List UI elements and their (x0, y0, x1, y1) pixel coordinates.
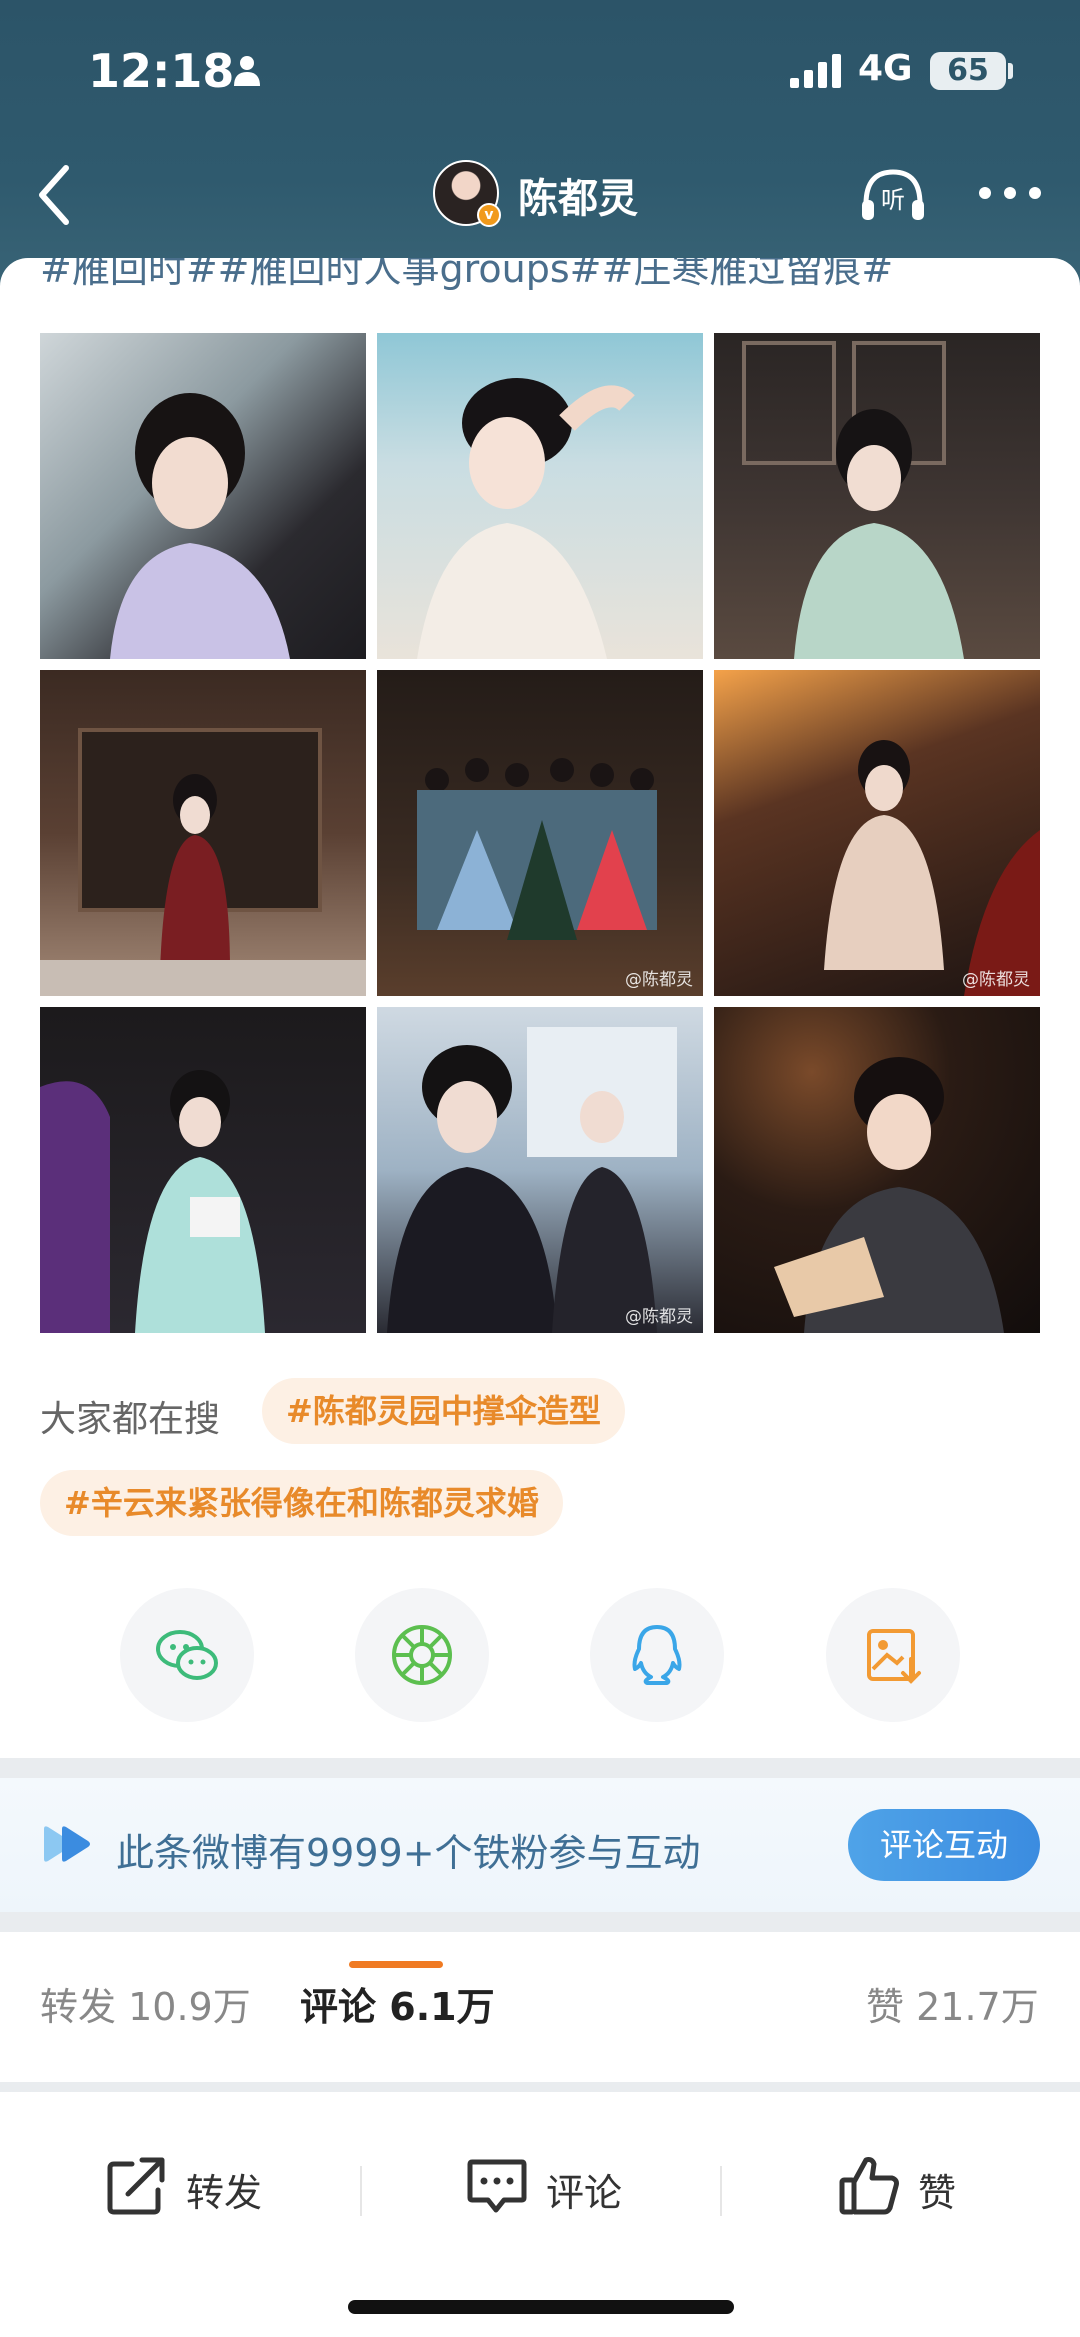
stats-tabs: 转发 10.9万 评论 6.1万 赞 21.7万 (0, 1932, 1080, 2082)
trending-chip[interactable]: #辛云来紧张得像在和陈都灵求婚 (40, 1470, 563, 1536)
network-type: 4G (858, 48, 913, 89)
photo-watermark: @陈都灵 (962, 970, 1030, 990)
active-tab-underline (349, 1961, 443, 1968)
photo-9[interactable] (714, 1007, 1040, 1333)
divider (720, 2166, 722, 2216)
tab-repost-count: 10.9万 (128, 1985, 251, 2029)
photo-8[interactable]: @陈都灵 (377, 1007, 703, 1333)
photo-4[interactable] (40, 670, 366, 996)
tab-like[interactable]: 赞 21.7万 (866, 1976, 1039, 2031)
photo-watermark: @陈都灵 (625, 1307, 693, 1327)
tab-comment-label: 评论 (300, 1985, 377, 2029)
photo-1[interactable] (40, 333, 366, 659)
tab-repost-label: 转发 (40, 1985, 117, 2029)
photo-5[interactable]: @陈都灵 (377, 670, 703, 996)
back-arrow-icon[interactable] (30, 160, 80, 230)
battery-tip (1008, 63, 1013, 79)
trending-chip[interactable]: #陈都灵园中撑伞造型 (262, 1378, 625, 1444)
status-bar: 12:18 4G 65 (0, 0, 1080, 140)
share-wechat-button[interactable] (120, 1588, 254, 1722)
photo-grid: @陈都灵 @陈都灵 @陈都灵 (40, 333, 1040, 1338)
qq-icon (632, 1625, 682, 1685)
home-indicator (348, 2300, 734, 2314)
photo-7[interactable] (40, 1007, 366, 1333)
share-save-image-button[interactable] (826, 1588, 960, 1722)
repost-icon (107, 2157, 165, 2215)
moments-icon (392, 1625, 452, 1685)
photo-2[interactable] (377, 333, 703, 659)
fan-badge-icon (44, 1826, 90, 1862)
comment-icon (467, 2159, 527, 2213)
share-qq-button[interactable] (590, 1588, 724, 1722)
photo-watermark: @陈都灵 (625, 970, 693, 990)
comment-interact-button[interactable]: 评论互动 (848, 1809, 1040, 1881)
trending-search-label: 大家都在搜 (40, 1399, 221, 1440)
share-moments-button[interactable] (355, 1588, 489, 1722)
listen-headphones-icon[interactable]: 听 (858, 164, 928, 224)
post-card: #雁回时##雁回时人事groups##庄寒雁过留痕# @陈都灵 @陈都灵 @陈都… (0, 258, 1080, 1758)
photo-6[interactable]: @陈都灵 (714, 670, 1040, 996)
thumbs-up-icon (839, 2157, 899, 2215)
photo-3[interactable] (714, 333, 1040, 659)
tab-like-label: 赞 (866, 1985, 905, 2029)
status-time: 12:18 (88, 44, 235, 98)
tab-comment[interactable]: 评论 6.1万 (300, 1976, 495, 2031)
signal-icon (790, 54, 841, 88)
more-options-icon[interactable] (978, 186, 1042, 200)
comment-label: 评论 (546, 2171, 623, 2215)
wechat-icon (156, 1630, 218, 1680)
save-image-icon (867, 1629, 921, 1684)
battery-icon: 65 (930, 52, 1006, 90)
tab-like-count: 21.7万 (916, 1985, 1039, 2029)
person-icon (234, 56, 260, 86)
repost-label: 转发 (186, 2171, 263, 2215)
top-header: 12:18 4G 65 v 陈都灵 听 (0, 0, 1080, 300)
divider (360, 2166, 362, 2216)
tab-repost[interactable]: 转发 10.9万 (40, 1976, 251, 2031)
like-label: 赞 (918, 2171, 957, 2215)
listen-label: 听 (881, 186, 905, 214)
tab-comment-count: 6.1万 (389, 1985, 495, 2029)
post-hashtags[interactable]: #雁回时##雁回时人事groups##庄寒雁过留痕# (40, 258, 893, 293)
verified-badge-icon: v (477, 203, 501, 227)
nav-title[interactable]: 陈都灵 (518, 166, 638, 224)
banner-text: 此条微博有9999+个铁粉参与互动 (116, 1831, 701, 1875)
fan-interaction-banner: 此条微博有9999+个铁粉参与互动 评论互动 (0, 1778, 1080, 1912)
